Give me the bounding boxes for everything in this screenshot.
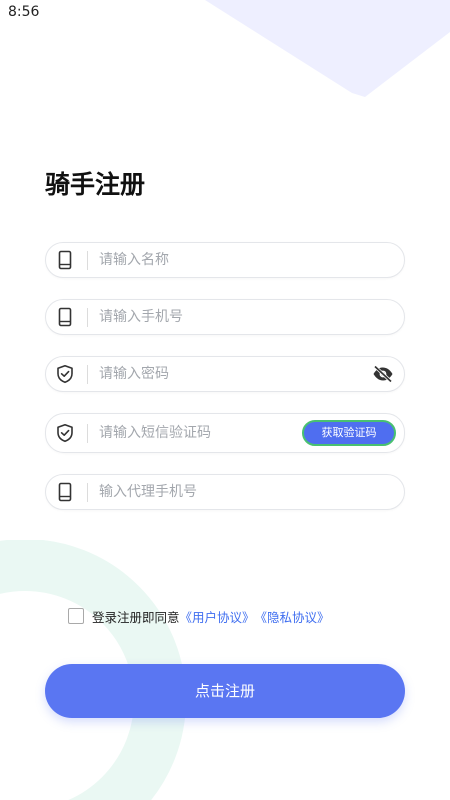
field-divider	[87, 483, 88, 502]
name-field	[45, 242, 405, 278]
field-divider	[87, 308, 88, 327]
register-button[interactable]: 点击注册	[45, 664, 405, 718]
phone-field	[45, 299, 405, 335]
agreement-checkbox[interactable]	[68, 608, 84, 624]
agent-phone-input[interactable]	[99, 475, 339, 509]
shield-check-icon	[57, 365, 73, 384]
eye-off-icon[interactable]	[372, 364, 394, 384]
phone-icon	[58, 250, 72, 270]
status-bar-time: 8:56	[8, 4, 40, 20]
decorative-top-shape	[205, 0, 450, 97]
page-title: 骑手注册	[45, 170, 146, 199]
field-divider	[87, 365, 88, 384]
name-input[interactable]	[99, 243, 339, 277]
sms-code-field: 获取验证码	[45, 413, 405, 453]
field-divider	[87, 251, 88, 270]
phone-icon	[58, 482, 72, 502]
phone-input[interactable]	[99, 300, 339, 334]
password-field	[45, 356, 405, 392]
agent-phone-field	[45, 474, 405, 510]
user-agreement-link[interactable]: 《用户协议》	[180, 607, 255, 626]
shield-check-icon	[57, 424, 73, 443]
get-code-button[interactable]: 获取验证码	[302, 420, 396, 446]
sms-code-input[interactable]	[99, 414, 289, 452]
phone-icon	[58, 307, 72, 327]
field-divider	[87, 424, 88, 443]
agreement-row: 登录注册即同意 《用户协议》 《隐私协议》	[68, 606, 330, 626]
password-input[interactable]	[99, 357, 339, 391]
agreement-text: 登录注册即同意	[92, 609, 180, 625]
privacy-agreement-link[interactable]: 《隐私协议》	[255, 607, 330, 626]
